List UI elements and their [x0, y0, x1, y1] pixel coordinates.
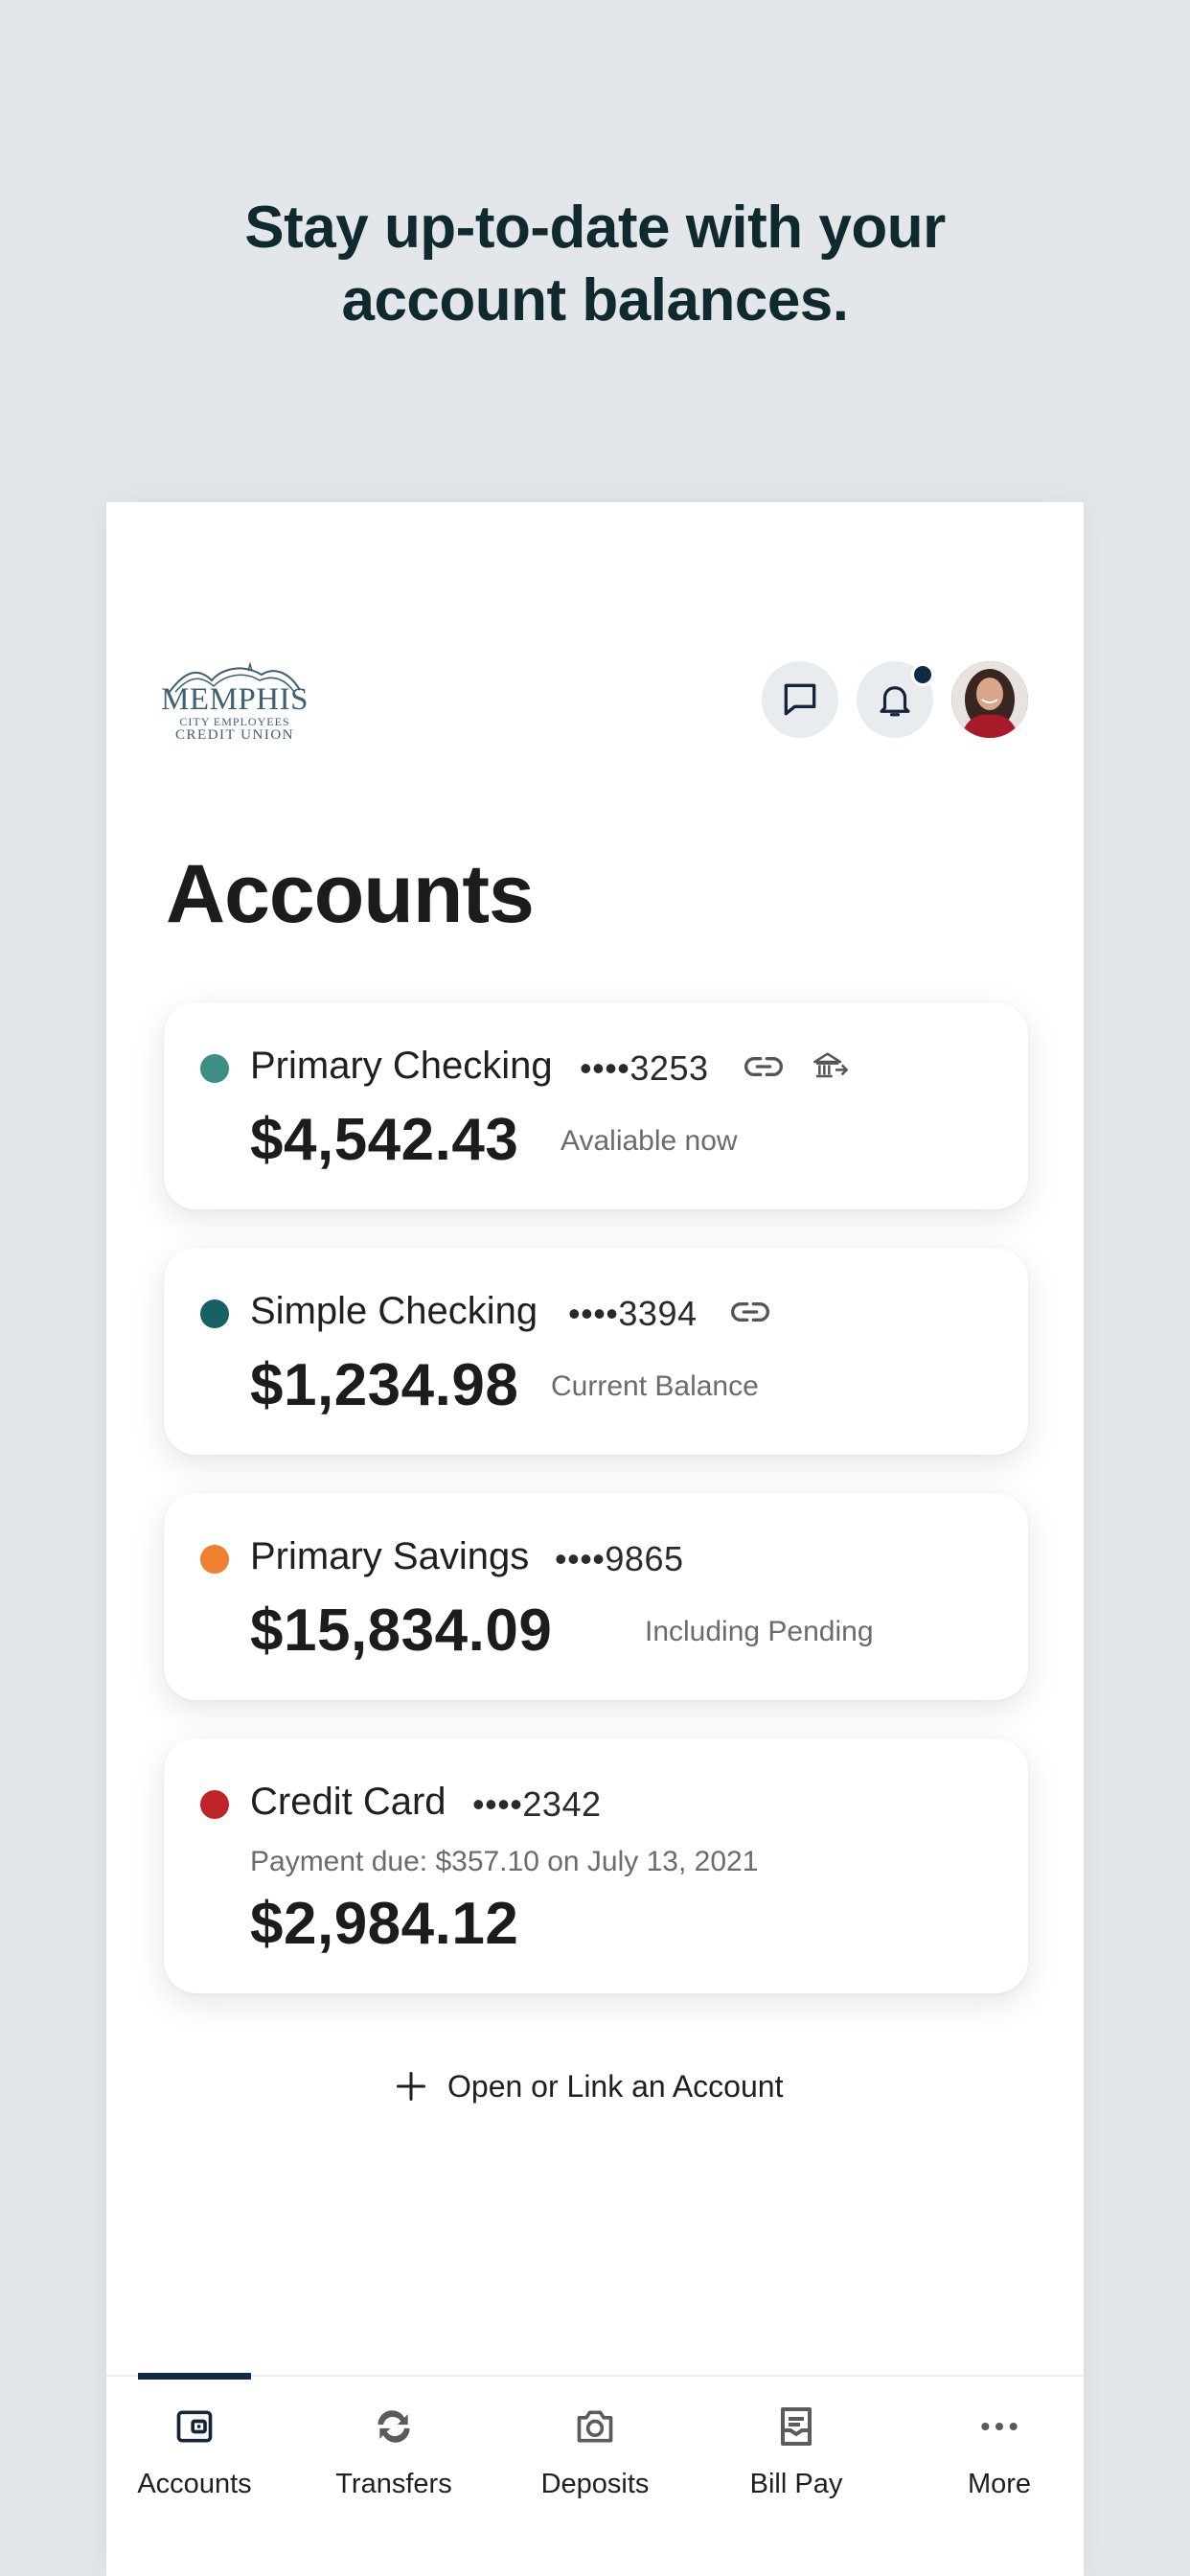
- balance-note: Avaliable now: [561, 1125, 738, 1157]
- balance-note: Including Pending: [645, 1616, 874, 1647]
- messages-button[interactable]: [762, 661, 838, 738]
- tab-label: Bill Pay: [749, 2469, 843, 2499]
- link-icon: [744, 1057, 783, 1076]
- tab-label: More: [967, 2469, 1032, 2499]
- headline-line-2: account balances.: [341, 267, 849, 334]
- transfer-icon: [378, 2410, 410, 2443]
- account-balance: $15,834.09: [250, 1598, 553, 1664]
- account-number-masked: ••••2342: [472, 1784, 602, 1824]
- avatar-image: [951, 661, 1028, 738]
- bank-transfer-icon: [813, 1052, 848, 1078]
- account-card-credit-card[interactable]: Credit Card ••••2342 Payment due: $357.1…: [164, 1738, 1028, 1993]
- tab-accounts[interactable]: Accounts: [106, 2396, 292, 2511]
- open-link-label: Open or Link an Account: [447, 2068, 784, 2104]
- chat-icon: [784, 683, 816, 716]
- account-name: Simple Checking: [250, 1290, 538, 1332]
- account-card-simple-checking[interactable]: Simple Checking ••••3394 $1,234.98 Curre…: [164, 1248, 1028, 1455]
- notification-badge: [911, 663, 934, 686]
- account-balance: $1,234.98: [250, 1352, 519, 1418]
- open-link-account-button[interactable]: Open or Link an Account: [394, 2062, 783, 2110]
- tab-deposits[interactable]: Deposits: [497, 2396, 693, 2511]
- tab-bill-pay[interactable]: Bill Pay: [698, 2396, 894, 2511]
- camera-icon: [577, 2410, 613, 2443]
- promo-headline: Stay up-to-date with your account balanc…: [0, 192, 1190, 337]
- payment-due-text: Payment due: $357.10 on July 13, 2021: [250, 1846, 759, 1877]
- wallet-icon: [176, 2410, 213, 2443]
- tab-transfers[interactable]: Transfers: [296, 2396, 492, 2511]
- profile-avatar[interactable]: [951, 661, 1028, 738]
- more-icon: [981, 2422, 1018, 2431]
- account-number-masked: ••••3394: [568, 1294, 698, 1333]
- logo-line-1: MEMPHIS: [161, 682, 309, 717]
- account-color-dot: [200, 1300, 229, 1328]
- app-screen: MEMPHIS CITY EMPLOYEES CREDIT UNION Acco…: [106, 502, 1084, 2576]
- account-number-masked: ••••3253: [580, 1048, 709, 1088]
- account-name: Credit Card: [250, 1781, 446, 1823]
- account-number-masked: ••••9865: [555, 1539, 684, 1578]
- account-name: Primary Checking: [250, 1045, 553, 1087]
- link-icon: [731, 1302, 769, 1322]
- credit-union-logo: MEMPHIS CITY EMPLOYEES CREDIT UNION: [160, 661, 309, 743]
- page-title: Accounts: [166, 848, 535, 940]
- bill-icon: [781, 2407, 812, 2446]
- headline-line-1: Stay up-to-date with your: [244, 195, 946, 261]
- balance-note: Current Balance: [551, 1370, 759, 1402]
- account-balance: $2,984.12: [250, 1891, 519, 1957]
- account-color-dot: [200, 1054, 229, 1083]
- account-balance: $4,542.43: [250, 1107, 519, 1173]
- tab-more[interactable]: More: [902, 2396, 1084, 2511]
- account-color-dot: [200, 1545, 229, 1574]
- tab-label: Deposits: [540, 2469, 650, 2499]
- account-card-primary-checking[interactable]: Primary Checking ••••3253 $4,542.43 Aval…: [164, 1002, 1028, 1209]
- tab-label: Accounts: [137, 2469, 252, 2499]
- account-color-dot: [200, 1790, 229, 1819]
- tab-label: Transfers: [335, 2469, 452, 2499]
- logo-line-3: CREDIT UNION: [175, 727, 294, 743]
- plus-icon: [397, 2072, 425, 2101]
- account-card-primary-savings[interactable]: Primary Savings ••••9865 $15,834.09 Incl…: [164, 1493, 1028, 1700]
- account-name: Primary Savings: [250, 1535, 530, 1577]
- bottom-tab-bar: Accounts Transfers Deposits Bill Pay Mor…: [106, 2373, 1084, 2576]
- active-tab-indicator: [138, 2373, 251, 2380]
- bell-icon: [880, 686, 910, 717]
